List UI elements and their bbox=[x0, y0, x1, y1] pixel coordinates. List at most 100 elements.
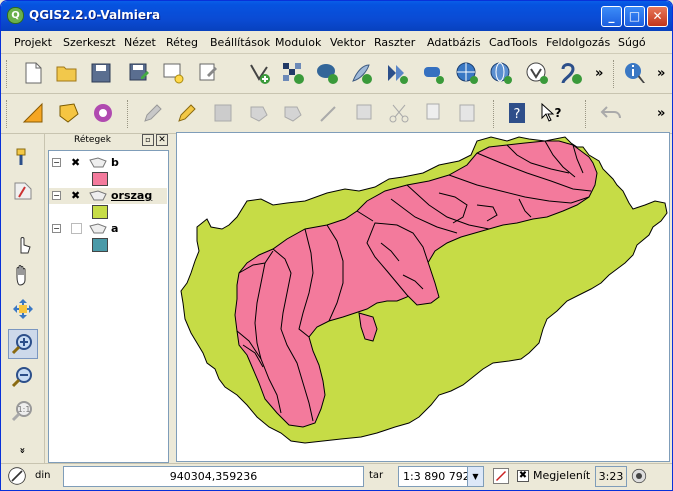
help-contents-icon[interactable]: ? bbox=[503, 99, 531, 127]
title-bar[interactable]: Q QGIS2.2.0-Valmiera _ □ ✕ bbox=[1, 1, 672, 31]
toolbar-grip[interactable] bbox=[613, 60, 617, 88]
toolbar-grip[interactable] bbox=[6, 60, 10, 88]
menu-modulok[interactable]: Modulok bbox=[275, 36, 321, 49]
messages-icon[interactable] bbox=[627, 464, 651, 488]
menu-beallitasok[interactable]: Beállítások bbox=[210, 36, 270, 49]
copy-features-icon bbox=[419, 99, 447, 127]
polygon-layer-icon bbox=[89, 157, 107, 168]
delete-selected-icon bbox=[351, 99, 379, 127]
measure-icon[interactable] bbox=[19, 99, 47, 127]
menu-reteg[interactable]: Réteg bbox=[166, 36, 198, 49]
layer-visibility-checkbox[interactable]: ✖ bbox=[71, 190, 82, 201]
coordinate-field[interactable]: 940304,359236 bbox=[63, 466, 364, 487]
scale-combobox[interactable]: 1:3 890 792 ▼ bbox=[398, 466, 484, 487]
time-field: 3:23 bbox=[595, 466, 627, 487]
zoom-out-icon[interactable] bbox=[9, 363, 37, 391]
menu-adatbazis[interactable]: Adatbázis bbox=[427, 36, 481, 49]
toolbar-grip[interactable] bbox=[127, 100, 131, 128]
collapse-toggle-icon[interactable]: − bbox=[52, 158, 61, 167]
plugin-gear-icon[interactable] bbox=[89, 99, 117, 127]
new-project-icon[interactable] bbox=[19, 59, 47, 87]
menu-nezet[interactable]: Nézet bbox=[124, 36, 156, 49]
float-panel-icon[interactable]: ▫ bbox=[142, 134, 154, 146]
new-print-composer-icon[interactable] bbox=[159, 59, 187, 87]
qgis-app-icon: Q bbox=[7, 7, 24, 24]
add-wfs-layer-icon[interactable] bbox=[453, 59, 481, 87]
add-vector-layer-icon[interactable] bbox=[245, 59, 273, 87]
render-checkbox-group[interactable]: ✖ Megjelenít bbox=[515, 466, 593, 487]
open-project-icon[interactable] bbox=[53, 59, 81, 87]
add-delimited-text-icon[interactable] bbox=[523, 59, 551, 87]
polygon-layer-icon bbox=[89, 190, 107, 201]
collapse-toggle-icon[interactable]: − bbox=[52, 191, 61, 200]
save-project-icon[interactable] bbox=[87, 59, 115, 87]
digitize-icon[interactable] bbox=[9, 143, 37, 171]
menu-projekt[interactable]: Projekt bbox=[14, 36, 52, 49]
collapse-toggle-icon[interactable]: − bbox=[52, 224, 61, 233]
identify-features-icon[interactable] bbox=[621, 59, 649, 87]
zoom-in-icon[interactable] bbox=[8, 329, 38, 359]
add-raster-layer-icon[interactable] bbox=[279, 59, 307, 87]
measure-area-icon[interactable] bbox=[55, 99, 83, 127]
toggle-editing-icon bbox=[139, 99, 167, 127]
pencil-icon[interactable] bbox=[173, 99, 201, 127]
svg-text:1:1: 1:1 bbox=[18, 405, 31, 414]
menu-bar: Projekt Szerkeszt Nézet Réteg Beállításo… bbox=[1, 32, 672, 54]
layer-row-a[interactable]: − a bbox=[49, 221, 167, 237]
render-checkbox[interactable]: ✖ bbox=[517, 470, 529, 482]
layers-panel: Rétegek ▫ ✕ − ✖ b − ✖ orszag − a bbox=[46, 133, 172, 464]
layer-row-b[interactable]: − ✖ b bbox=[49, 155, 167, 171]
layer-row-orszag[interactable]: − ✖ orszag bbox=[49, 188, 167, 204]
toolbar1-overflow[interactable]: » bbox=[595, 66, 603, 81]
scale-value: 1:3 890 792 bbox=[403, 470, 470, 483]
move-feature-icon bbox=[279, 99, 307, 127]
paste-features-icon bbox=[453, 99, 481, 127]
close-button[interactable]: ✕ bbox=[647, 6, 668, 27]
minimize-button[interactable]: _ bbox=[601, 6, 622, 27]
chevron-down-icon[interactable]: ▼ bbox=[467, 467, 483, 486]
layer-b-legend-swatch bbox=[92, 172, 108, 186]
left-toolbar-overflow[interactable]: » bbox=[17, 447, 28, 453]
layers-panel-title: Rétegek bbox=[74, 135, 111, 145]
toolbar-grip[interactable] bbox=[493, 100, 497, 128]
menu-raszter[interactable]: Raszter bbox=[374, 36, 415, 49]
pan-to-selection-icon[interactable] bbox=[9, 295, 37, 323]
maximize-button[interactable]: □ bbox=[624, 6, 645, 27]
add-wms-globe-icon[interactable] bbox=[487, 59, 515, 87]
toolbar2-overflow[interactable]: » bbox=[657, 106, 665, 121]
toolbar1-overflow-right[interactable]: » bbox=[657, 66, 665, 81]
layer-visibility-checkbox[interactable]: ✖ bbox=[71, 157, 82, 168]
add-feature-icon bbox=[245, 99, 273, 127]
menu-feldolgozas[interactable]: Feldolgozás bbox=[546, 36, 610, 49]
map-drawing[interactable] bbox=[177, 133, 669, 461]
menu-vektor[interactable]: Vektor bbox=[330, 36, 365, 49]
status-bar: din 940304,359236 tar 1:3 890 792 ▼ ✖ Me… bbox=[1, 463, 672, 490]
toolbar-grip[interactable] bbox=[6, 100, 10, 128]
add-postgis-layer-icon[interactable] bbox=[313, 59, 341, 87]
map-canvas[interactable] bbox=[176, 132, 670, 462]
whats-this-icon[interactable]: ? bbox=[537, 99, 565, 127]
composer-manager-icon[interactable] bbox=[195, 59, 223, 87]
close-panel-icon[interactable]: ✕ bbox=[156, 134, 168, 146]
toolbar-grip[interactable] bbox=[585, 100, 589, 128]
pan-map-icon[interactable] bbox=[9, 261, 37, 289]
add-wms-layer-icon[interactable] bbox=[383, 59, 411, 87]
add-wcs-layer-icon[interactable] bbox=[419, 59, 447, 87]
undo-icon bbox=[597, 99, 625, 127]
zoom-actual-size-icon[interactable]: 1:1 bbox=[9, 397, 37, 425]
layer-visibility-checkbox[interactable] bbox=[71, 223, 82, 234]
save-as-icon[interactable] bbox=[125, 59, 153, 87]
rendering-toggle-icon[interactable] bbox=[5, 464, 29, 488]
crs-disabled-icon[interactable] bbox=[489, 464, 513, 488]
layers-panel-header[interactable]: Rétegek ▫ ✕ bbox=[46, 133, 172, 149]
menu-szerkeszt[interactable]: Szerkeszt bbox=[63, 36, 116, 49]
polygon-layer-icon bbox=[89, 223, 107, 234]
new-shapefile-icon[interactable] bbox=[557, 59, 585, 87]
georeferencer-icon[interactable] bbox=[9, 177, 37, 205]
add-spatialite-layer-icon[interactable] bbox=[347, 59, 375, 87]
touch-pan-icon[interactable] bbox=[9, 229, 37, 257]
layer-name: b bbox=[111, 156, 119, 169]
save-edits-icon bbox=[209, 99, 237, 127]
menu-cadtools[interactable]: CadTools bbox=[489, 36, 538, 49]
menu-sugo[interactable]: Súgó bbox=[618, 36, 646, 49]
